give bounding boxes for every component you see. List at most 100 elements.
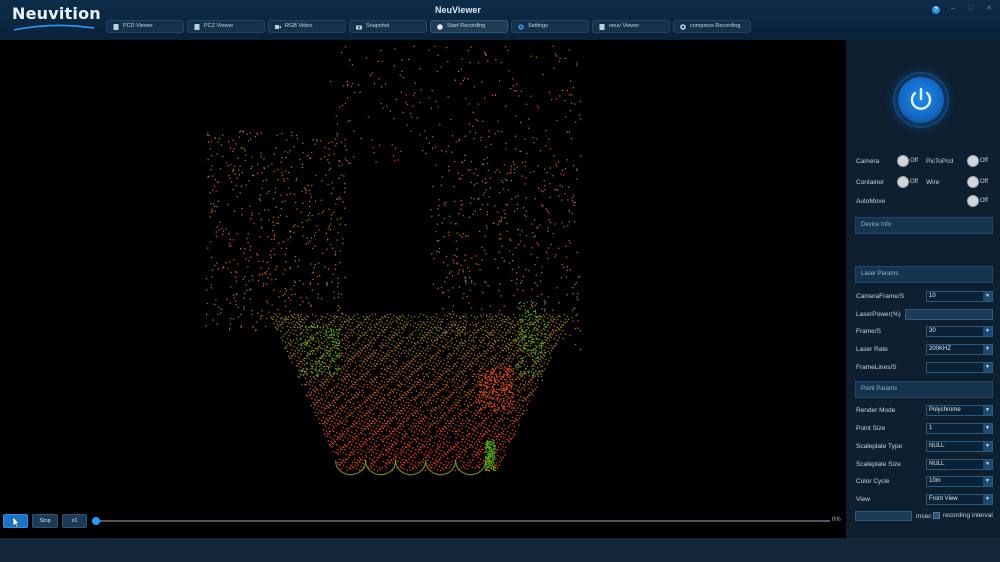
- wire-state: Off: [980, 179, 988, 185]
- camera-frame-label: CameraFrame/S: [856, 293, 905, 300]
- tab-label: PCD Viewer: [123, 23, 153, 29]
- tab-label: Snapshot: [366, 23, 390, 29]
- tab-pcz-viewer[interactable]: PCZ Viewer: [187, 20, 265, 33]
- stop-button[interactable]: Stop: [32, 514, 58, 528]
- scaleplate-size-label: Scaleplate Size: [856, 461, 901, 468]
- help-icon[interactable]: ?: [932, 6, 940, 14]
- tab-settings[interactable]: Settings: [511, 20, 589, 33]
- tab-label: neuv Viewer: [609, 23, 640, 29]
- chevron-down-icon: ▼: [983, 460, 992, 469]
- automove-label: AutoMove: [856, 198, 886, 205]
- tab-rgb-video[interactable]: RGB Video: [268, 20, 346, 33]
- chevron-down-icon: ▼: [983, 495, 992, 504]
- scaleplate-size-select[interactable]: NULL ▼: [926, 459, 993, 470]
- maximize-icon[interactable]: □: [966, 4, 976, 14]
- laser-power-input[interactable]: [905, 309, 993, 320]
- chevron-down-icon: ▼: [983, 292, 992, 301]
- play-button[interactable]: [3, 514, 28, 528]
- render-mode-value: Polychrome: [929, 407, 961, 413]
- camera-toggle[interactable]: [897, 155, 909, 167]
- laser-rate-select[interactable]: 200KHZ ▼: [926, 344, 993, 355]
- app-title: NeuViewer: [435, 5, 481, 15]
- frame-rate-select[interactable]: 30 ▼: [926, 326, 993, 337]
- wire-label: Wire: [926, 179, 940, 186]
- laser-power-label: LaserPower(%): [856, 311, 901, 318]
- tab-pcd-viewer[interactable]: PCD Viewer: [106, 20, 184, 33]
- chevron-down-icon: ▼: [983, 406, 992, 415]
- recording-interval-label: recording interval: [943, 512, 993, 519]
- power-icon: [910, 87, 932, 110]
- device-info-section[interactable]: Device Info: [855, 217, 993, 234]
- recording-interval-checkbox[interactable]: [933, 512, 940, 519]
- camera-frame-value: 10: [929, 293, 936, 299]
- tab-start-recording[interactable]: Start Recording: [430, 20, 508, 33]
- recording-interval-input[interactable]: [855, 511, 912, 521]
- file-icon: [113, 24, 119, 30]
- automove-state: Off: [980, 198, 988, 204]
- frame-rate-value: 30: [929, 328, 936, 334]
- frame-rate-label: Frame/S: [856, 328, 881, 335]
- scaleplate-type-value: NULL: [929, 443, 945, 449]
- logo-text: Neuvition: [12, 4, 101, 23]
- tab-neuv-viewer[interactable]: neuv Viewer: [592, 20, 670, 33]
- laser-rate-label: Laser Rate: [856, 346, 888, 353]
- view-select[interactable]: Front View ▼: [926, 494, 993, 505]
- render-mode-label: Render Mode: [856, 407, 896, 414]
- tab-label: RGB Video: [285, 23, 313, 29]
- status-bar: [0, 538, 1000, 562]
- camera-label: Camera: [856, 158, 880, 165]
- tab-label: Settings: [528, 23, 548, 29]
- frame-lines-select[interactable]: ▼: [926, 362, 993, 373]
- msec-label: msec: [916, 513, 932, 520]
- point-size-value: 1: [929, 425, 933, 431]
- container-state: Off: [910, 179, 918, 185]
- camera-frame-select[interactable]: 10 ▼: [926, 291, 993, 302]
- view-label: View: [856, 496, 870, 503]
- logo-swoosh: [13, 24, 95, 31]
- chevron-down-icon: ▼: [983, 442, 992, 451]
- close-icon[interactable]: ✕: [984, 4, 994, 14]
- color-cycle-value: 10m: [929, 478, 941, 484]
- chevron-down-icon: ▼: [983, 345, 992, 354]
- tab-label: Start Recording: [447, 23, 486, 29]
- render-mode-select[interactable]: Polychrome ▼: [926, 405, 993, 416]
- pictopcd-label: PicToPcd: [926, 158, 954, 165]
- laser-params-section[interactable]: Laser Params: [855, 266, 993, 283]
- minimize-icon[interactable]: –: [948, 4, 958, 14]
- chevron-down-icon: ▼: [983, 363, 992, 372]
- frame-lines-label: FrameLines/S: [856, 364, 897, 371]
- point-cloud: [205, 45, 582, 476]
- automove-toggle[interactable]: [967, 195, 979, 207]
- video-icon: [275, 25, 281, 29]
- chevron-down-icon: ▼: [983, 327, 992, 336]
- color-cycle-select[interactable]: 10m ▼: [926, 476, 993, 487]
- view-value: Front View: [929, 496, 958, 502]
- chevron-down-icon: ▼: [983, 424, 992, 433]
- container-toggle[interactable]: [897, 176, 909, 188]
- speed-button[interactable]: x1: [62, 514, 87, 528]
- playback-progress: 0%: [832, 517, 841, 523]
- point-params-section[interactable]: Point Params: [855, 381, 993, 398]
- power-button[interactable]: [898, 77, 944, 123]
- tab-compress-recording[interactable]: compress Recording: [673, 20, 751, 33]
- gear-icon: [518, 24, 524, 30]
- scaleplate-type-label: Scaleplate Type: [856, 443, 903, 450]
- scaleplate-size-value: NULL: [929, 461, 945, 467]
- playback-slider-track[interactable]: [96, 520, 830, 522]
- wire-toggle[interactable]: [967, 176, 979, 188]
- point-size-select[interactable]: 1 ▼: [926, 423, 993, 434]
- scaleplate-type-select[interactable]: NULL ▼: [926, 441, 993, 452]
- tab-snapshot[interactable]: Snapshot: [349, 20, 427, 33]
- playback-slider-handle[interactable]: [92, 517, 100, 525]
- point-cloud-viewport[interactable]: [0, 40, 846, 538]
- color-cycle-label: Color Cycle: [856, 478, 890, 485]
- camera-icon: [356, 25, 362, 30]
- camera-state: Off: [910, 158, 918, 164]
- pictopcd-toggle[interactable]: [967, 155, 979, 167]
- neuvition-logo: Neuvition: [12, 4, 101, 34]
- tab-label: compress Recording: [690, 23, 741, 29]
- file-icon: [194, 24, 200, 30]
- compress-icon: [680, 24, 686, 30]
- cursor-icon: [12, 516, 20, 528]
- pictopcd-state: Off: [980, 158, 988, 164]
